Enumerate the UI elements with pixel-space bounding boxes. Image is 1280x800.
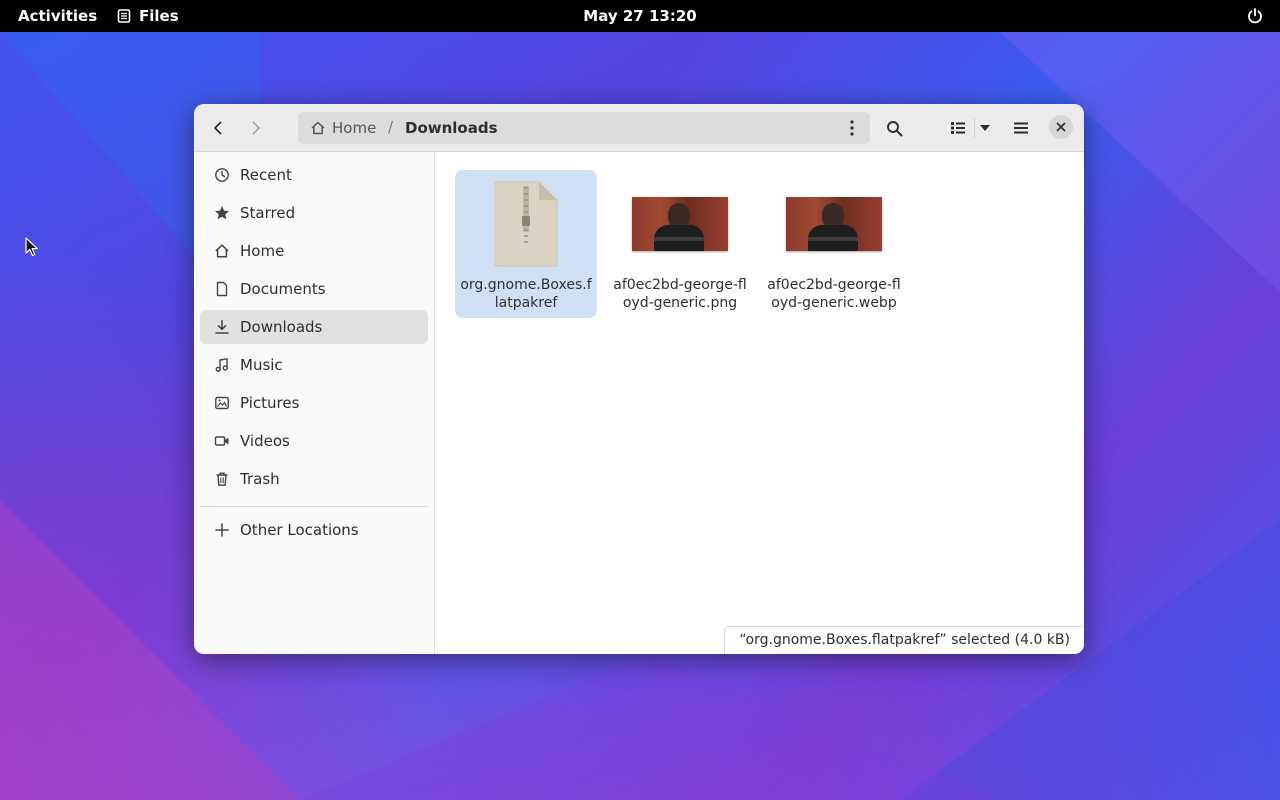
view-options-button[interactable] [970,112,1000,144]
home-icon [311,121,325,135]
selection-status: “org.gnome.Boxes.flatpakref” selected (4… [724,626,1084,654]
sidebar-item-label: Trash [240,470,280,488]
trash-icon [216,472,228,486]
picture-icon [215,396,229,410]
video-icon [214,436,229,446]
file-item[interactable]: af0ec2bd-george-floyd-generic.webp [763,170,905,318]
sidebar-item-trash[interactable]: Trash [200,462,428,496]
clock[interactable]: May 27 13:20 [0,7,1280,25]
sidebar-item-home[interactable]: Home [200,234,428,268]
document-icon [216,281,228,297]
breadcrumb-current[interactable]: Downloads [405,119,498,137]
vertical-dots-icon [850,120,854,136]
plus-icon [215,523,229,537]
sidebar-item-label: Documents [240,280,326,298]
list-view-icon [951,122,965,134]
image-thumbnail [786,197,882,251]
sidebar: Recent Starred Home Documents Downloads … [194,152,435,654]
download-icon [215,319,229,334]
file-view[interactable]: org.gnome.Boxes.flatpakref af0ec2bd-geor… [435,152,1084,654]
sidebar-item-music[interactable]: Music [200,348,428,382]
close-icon [1056,122,1066,132]
top-bar: Activities Files May 27 13:20 [0,0,1280,32]
search-icon [886,120,902,136]
wallpaper-facet [300,654,1000,800]
archive-file-icon [494,181,558,267]
chevron-left-icon [214,121,222,135]
sidebar-item-label: Pictures [240,394,300,412]
star-icon [215,206,229,220]
home-icon [215,244,229,258]
sidebar-item-label: Recent [240,166,292,184]
sidebar-item-recent[interactable]: Recent [200,158,428,192]
sidebar-item-other-locations[interactable]: Other Locations [200,513,428,547]
sidebar-item-starred[interactable]: Starred [200,196,428,230]
file-name: af0ec2bd-george-floyd-generic.png [613,277,747,311]
back-button[interactable] [202,112,234,144]
sidebar-item-downloads[interactable]: Downloads [200,310,428,344]
file-name: org.gnome.Boxes.flatpakref [460,277,592,311]
forward-button[interactable] [240,112,272,144]
sidebar-item-label: Videos [240,432,290,450]
files-window: Home / Downloads Recent Starred Home Doc… [194,104,1084,654]
breadcrumb-separator: / [388,118,394,136]
file-item[interactable]: org.gnome.Boxes.flatpakref [455,170,597,318]
file-name: af0ec2bd-george-floyd-generic.webp [767,277,901,311]
sidebar-item-videos[interactable]: Videos [200,424,428,458]
sidebar-item-label: Starred [240,204,296,222]
mouse-cursor-icon [25,237,38,257]
sidebar-item-pictures[interactable]: Pictures [200,386,428,420]
music-icon [215,357,229,373]
path-menu-button[interactable] [840,116,864,140]
clock-icon [215,168,229,182]
search-button[interactable] [878,112,910,144]
close-button[interactable] [1049,115,1073,139]
chevron-right-icon [252,121,260,135]
sidebar-item-label: Music [240,356,283,374]
sidebar-item-documents[interactable]: Documents [200,272,428,306]
file-item[interactable]: af0ec2bd-george-floyd-generic.png [609,170,751,318]
header-bar: Home / Downloads [194,104,1084,152]
sidebar-item-label: Home [240,242,285,260]
path-bar[interactable]: Home / Downloads [298,112,870,144]
breadcrumb-home[interactable]: Home [310,119,376,137]
sidebar-item-label: Downloads [240,318,323,336]
main-menu-button[interactable] [1005,112,1037,144]
sidebar-item-label: Other Locations [240,521,359,539]
hamburger-menu-icon [1014,122,1028,134]
image-thumbnail [632,197,728,251]
sidebar-separator [200,506,428,507]
power-icon[interactable] [1246,7,1264,25]
breadcrumb-home-label: Home [332,119,377,137]
triangle-down-icon [980,125,990,131]
